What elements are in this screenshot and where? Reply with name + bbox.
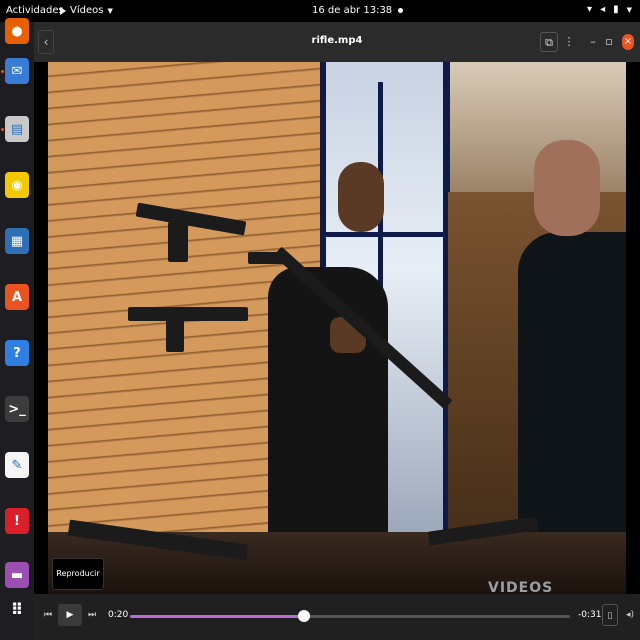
network-icon: ▾ <box>587 4 593 15</box>
show-apps-icon: ⠿ <box>10 599 24 619</box>
help-icon: ? <box>13 345 21 361</box>
dock-item-show-apps[interactable]: ⠿ <box>5 596 29 622</box>
battery-icon: ▮ <box>613 4 619 15</box>
salesman-head <box>338 162 384 232</box>
top-bar: Actividades Vídeos ▼ 16 de abr 13:38 ▾ ◂… <box>0 0 640 22</box>
kebab-menu-icon: ⋮ <box>563 35 575 48</box>
dock-item-files[interactable]: ▤ <box>5 116 29 142</box>
dock-item-thunderbird[interactable]: ✉ <box>5 58 29 84</box>
close-button[interactable]: × <box>622 34 634 50</box>
clock-label: 16 de abr 13:38 <box>312 5 393 16</box>
seek-bar[interactable] <box>130 610 570 622</box>
notification-dot-icon <box>398 8 404 13</box>
activities-button[interactable]: Actividades <box>6 5 64 16</box>
dock-item-trash[interactable]: ▬ <box>5 562 29 588</box>
close-icon: × <box>623 36 633 47</box>
clock[interactable]: 16 de abr 13:38 <box>312 5 404 16</box>
video-frame[interactable]: VIDEOS <box>48 62 626 612</box>
running-indicator <box>1 70 4 73</box>
minimize-icon: – <box>590 35 596 48</box>
dock: ● ✉ ▤ ◉ ▦ A? >_ ✎! ▬ ⠿ <box>0 18 34 640</box>
writer-icon: ▦ <box>10 233 24 249</box>
running-indicator <box>1 128 4 131</box>
system-menu-chevron-icon: ▼ <box>626 5 632 14</box>
dock-item-software[interactable]: A <box>5 284 29 310</box>
fast-forward-icon: ⏭ <box>87 610 97 620</box>
files-icon: ▤ <box>10 121 24 137</box>
unfullscreen-button[interactable]: ⧉ <box>540 32 558 52</box>
remaining-time: -0:31 <box>578 610 602 620</box>
maximize-button[interactable]: ▫ <box>600 32 618 52</box>
header-bar: ‹ rifle.mp4 ⧉ ⋮ – ▫ × <box>34 22 640 62</box>
wall-rifle <box>128 307 248 321</box>
dock-item-update[interactable]: ! <box>5 508 29 534</box>
customer-head <box>534 140 600 236</box>
software-icon: A <box>11 289 23 305</box>
app-menu-label: Vídeos <box>70 5 104 16</box>
menu-button[interactable]: ⋮ <box>560 32 578 52</box>
volume-icon: ◂) <box>625 610 635 620</box>
playback-controls: ⏮ ▶ ⏭ 0:20 -0:31 ▯ ◂) <box>34 594 640 640</box>
dock-item-writer[interactable]: ▦ <box>5 228 29 254</box>
rhythmbox-icon: ◉ <box>11 177 23 193</box>
restore-icon: ▫ <box>605 35 613 48</box>
play-icon: ▶ <box>66 610 74 620</box>
thunderbird-icon: ✉ <box>11 63 23 79</box>
app-menu-arrow-icon <box>60 6 66 15</box>
update-icon: ! <box>14 513 20 529</box>
wall-rifle <box>166 314 184 352</box>
trash-icon: ▬ <box>10 567 24 583</box>
elapsed-time: 0:20 <box>108 610 129 620</box>
videos-window: ‹ rifle.mp4 ⧉ ⋮ – ▫ × VIDEOS Reproducir <box>34 22 640 640</box>
screen-icon: ⧉ <box>545 36 553 49</box>
volume-icon: ◂ <box>600 4 606 15</box>
play-tooltip: Reproducir <box>52 558 104 590</box>
rewind-button[interactable]: ⏮ <box>40 604 56 626</box>
window-frame <box>320 232 450 237</box>
seek-progress <box>130 615 304 618</box>
firefox-icon: ● <box>11 23 23 39</box>
dock-item-rhythmbox[interactable]: ◉ <box>5 172 29 198</box>
rewind-icon: ⏮ <box>43 610 53 620</box>
chevron-down-icon: ▼ <box>107 6 113 15</box>
terminal-icon: >_ <box>8 401 26 417</box>
dock-item-text-editor[interactable]: ✎ <box>5 452 29 478</box>
app-menu[interactable]: Vídeos ▼ <box>60 5 113 16</box>
system-tray[interactable]: ▾ ◂ ▮ ▼ <box>587 4 632 15</box>
forward-button[interactable]: ⏭ <box>84 604 100 626</box>
seek-handle[interactable] <box>297 610 310 622</box>
video-menu-button[interactable]: ▯ <box>602 604 618 626</box>
wall-rifle <box>168 222 188 262</box>
text-editor-icon: ✎ <box>11 457 23 473</box>
dock-item-terminal[interactable]: >_ <box>5 396 29 422</box>
dock-item-firefox[interactable]: ● <box>5 18 29 44</box>
volume-button[interactable]: ◂) <box>622 604 638 626</box>
video-menu-icon: ▯ <box>607 611 613 621</box>
play-button[interactable]: ▶ <box>58 604 82 626</box>
dock-item-help[interactable]: ? <box>5 340 29 366</box>
